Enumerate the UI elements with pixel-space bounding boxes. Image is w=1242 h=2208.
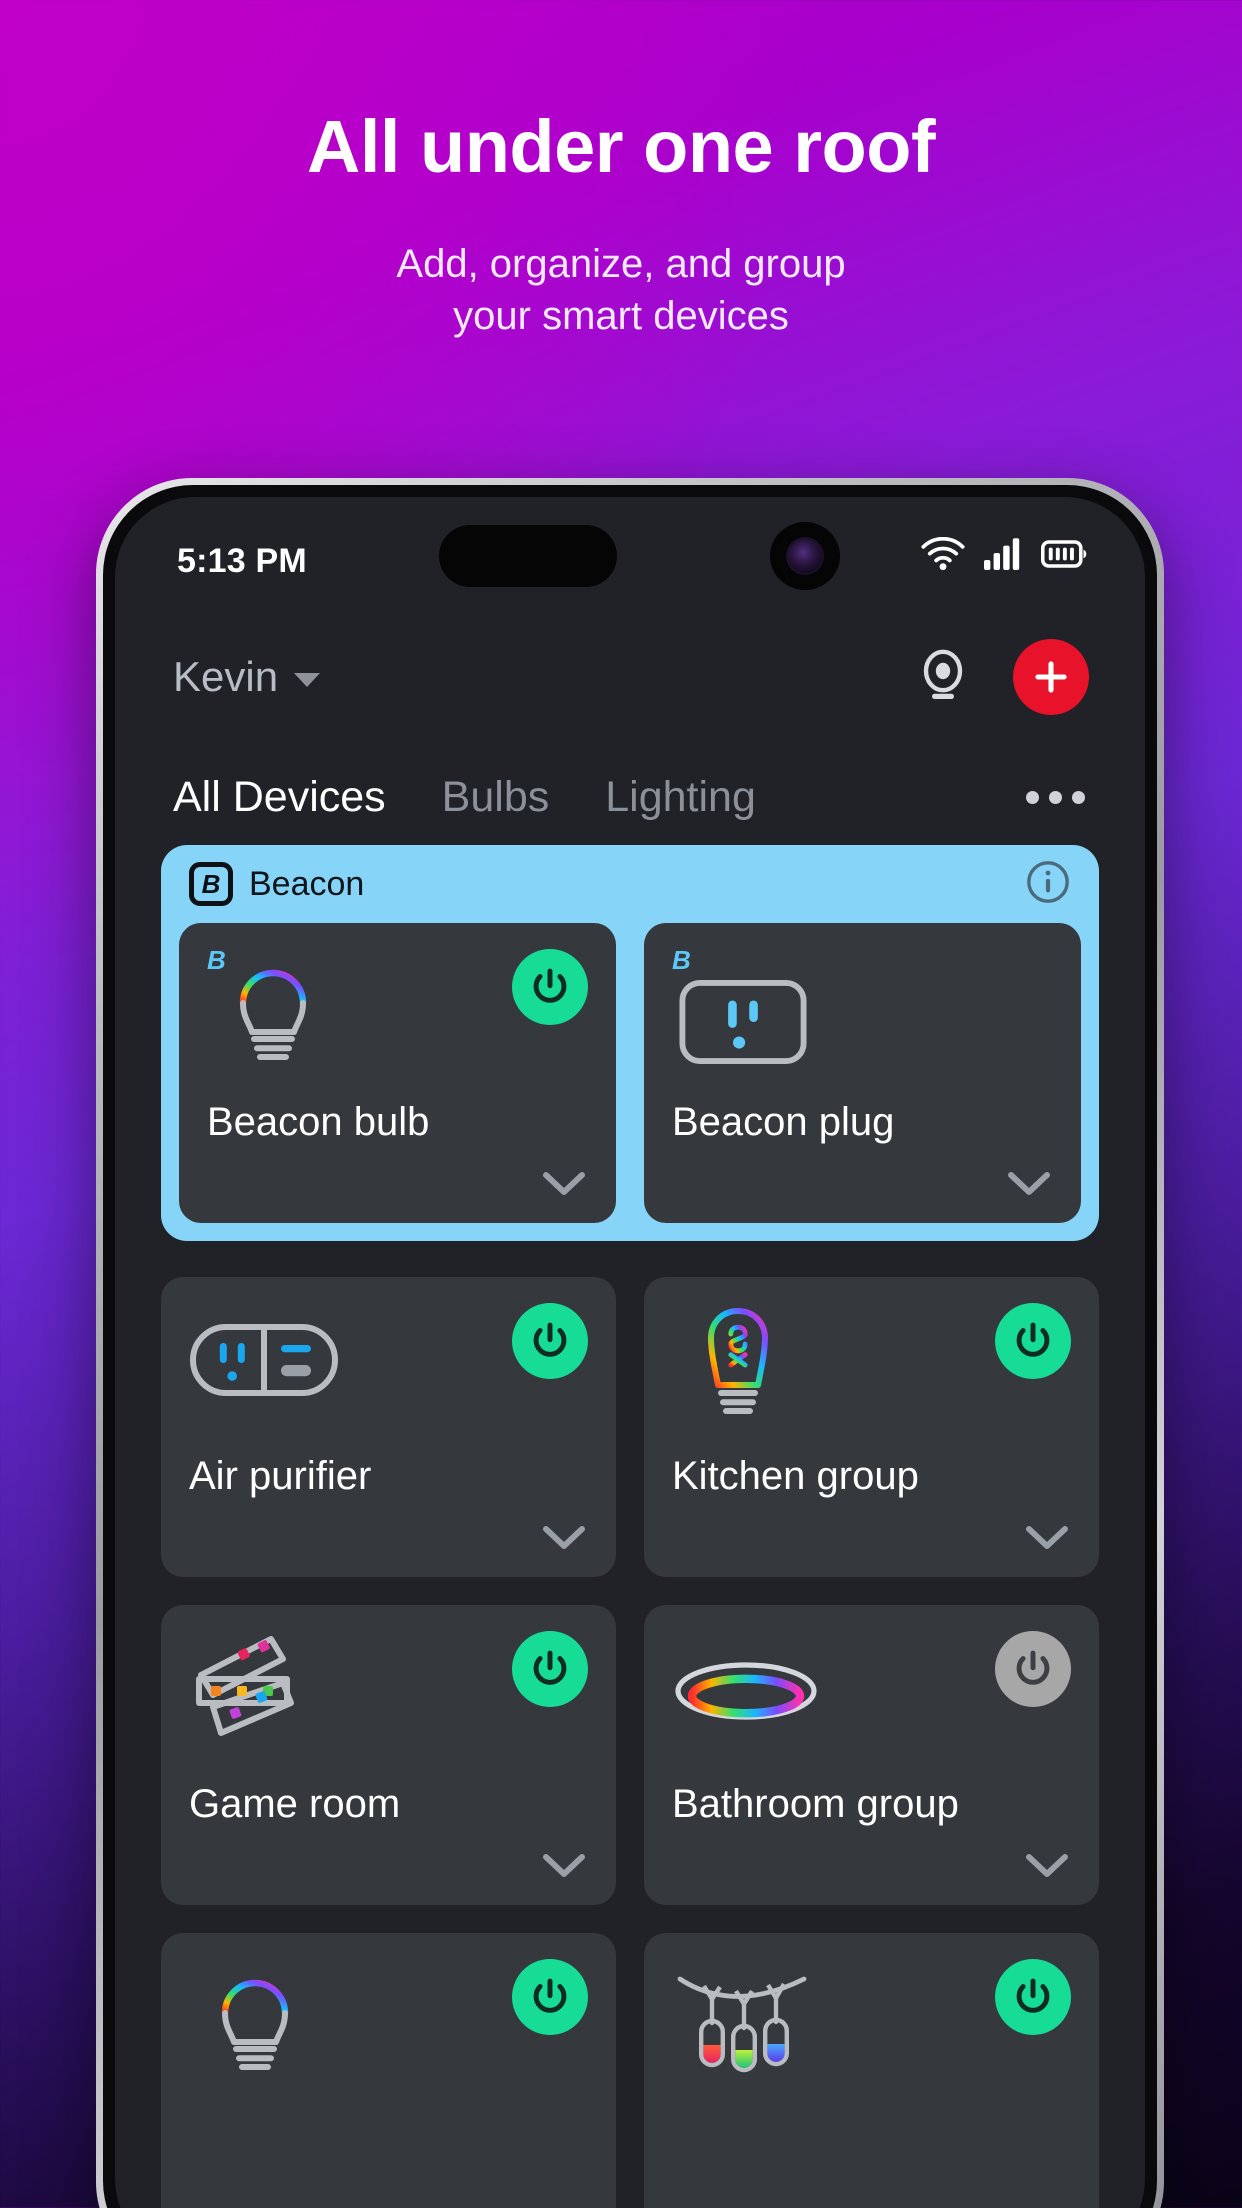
status-time: 5:13 PM — [177, 542, 307, 580]
power-toggle-partial-string-lights[interactable] — [995, 1959, 1071, 2035]
tab-all-devices[interactable]: All Devices — [173, 773, 386, 822]
chevron-down-icon[interactable] — [1025, 1852, 1069, 1885]
power-toggle-kitchen-group[interactable] — [995, 1303, 1071, 1379]
power-toggle-air-purifier[interactable] — [512, 1303, 588, 1379]
beacon-group: B Beacon B Beacon bulb B Beacon plug — [161, 845, 1099, 1241]
beacon-logo-icon: B — [189, 862, 233, 906]
beacon-badge: B — [672, 945, 691, 975]
led-light-strip-icon — [189, 1631, 339, 1751]
device-card-partial-string-lights[interactable] — [644, 1933, 1099, 2208]
outlet-plug-icon: B — [672, 945, 832, 1069]
device-grid: Air purifier Kitchen group Game room Bat… — [161, 1277, 1099, 2208]
subtitle-line-2: your smart devices — [453, 294, 789, 339]
cellular-signal-icon — [983, 537, 1023, 576]
rainbow-edison-bulb-icon — [672, 1303, 792, 1423]
chevron-down-icon[interactable] — [542, 1170, 586, 1203]
app-header: Kevin — [115, 617, 1145, 737]
ellipsis-icon[interactable] — [1026, 790, 1089, 804]
device-name: Beacon bulb — [207, 1100, 430, 1144]
device-card-game-room[interactable]: Game room — [161, 1605, 616, 1905]
rainbow-ring-light-icon — [672, 1631, 832, 1751]
device-card-partial-bulb[interactable] — [161, 1933, 616, 2208]
device-card-beacon-bulb[interactable]: B Beacon bulb — [179, 923, 616, 1223]
beacon-group-header: B Beacon — [179, 845, 1081, 923]
device-name: Beacon plug — [672, 1100, 895, 1144]
power-toggle-game-room[interactable] — [512, 1631, 588, 1707]
tab-bar: All Devices Bulbs Lighting — [115, 737, 1145, 845]
beacon-group-name: Beacon — [249, 864, 365, 903]
string-lights-icon — [672, 1959, 822, 2079]
power-toggle-bathroom-group[interactable] — [995, 1631, 1071, 1707]
tab-lighting[interactable]: Lighting — [605, 773, 756, 822]
page-title: All under one roof — [306, 105, 936, 188]
user-name: Kevin — [173, 653, 279, 700]
phone-screen: 5:13 PM Kevin All Devices Bulbs Lighting… — [115, 497, 1145, 2208]
device-name: Bathroom group — [672, 1782, 959, 1826]
device-card-air-purifier[interactable]: Air purifier — [161, 1277, 616, 1577]
status-icons — [921, 536, 1087, 576]
device-card-beacon-plug[interactable]: B Beacon plug — [644, 923, 1081, 1223]
battery-icon — [1041, 539, 1087, 574]
chevron-down-icon[interactable] — [1007, 1170, 1051, 1203]
header-actions — [913, 639, 1089, 715]
promo-header: All under one roof Add, organize, and gr… — [0, 0, 1242, 343]
wifi-icon — [921, 536, 965, 576]
beacon-device-grid: B Beacon bulb B Beacon plug — [179, 923, 1081, 1223]
device-name: Kitchen group — [672, 1454, 919, 1498]
chevron-down-icon — [294, 673, 321, 687]
device-name: Game room — [189, 1782, 401, 1826]
chevron-down-icon[interactable] — [1025, 1524, 1069, 1557]
dynamic-island — [439, 525, 617, 587]
subtitle-line-1: Add, organize, and group — [396, 241, 846, 286]
page-subtitle: Add, organize, and group your smart devi… — [0, 238, 1242, 344]
rainbow-bulb-icon: B — [207, 945, 327, 1069]
device-list: B Beacon B Beacon bulb B Beacon plug Air… — [115, 845, 1145, 2208]
add-device-button[interactable] — [1013, 639, 1089, 715]
chevron-down-icon[interactable] — [542, 1852, 586, 1885]
device-name: Air purifier — [189, 1454, 372, 1498]
info-icon[interactable] — [1025, 859, 1071, 910]
front-camera-cutout — [770, 522, 840, 590]
user-selector[interactable]: Kevin — [173, 653, 321, 701]
power-toggle-partial-bulb[interactable] — [512, 1959, 588, 2035]
chevron-down-icon[interactable] — [542, 1524, 586, 1557]
device-card-kitchen-group[interactable]: Kitchen group — [644, 1277, 1099, 1577]
status-bar: 5:13 PM — [115, 497, 1145, 617]
dual-outlet-switch-icon — [189, 1303, 349, 1423]
camera-icon[interactable] — [913, 645, 973, 710]
tab-bulbs[interactable]: Bulbs — [442, 773, 550, 822]
power-toggle-beacon-bulb[interactable] — [512, 949, 588, 1025]
rainbow-bulb-icon — [189, 1959, 309, 2079]
device-card-bathroom-group[interactable]: Bathroom group — [644, 1605, 1099, 1905]
phone-bezel: 5:13 PM Kevin All Devices Bulbs Lighting… — [103, 485, 1157, 2208]
phone-mockup: 5:13 PM Kevin All Devices Bulbs Lighting… — [96, 478, 1164, 2208]
camera-lens — [788, 539, 822, 573]
